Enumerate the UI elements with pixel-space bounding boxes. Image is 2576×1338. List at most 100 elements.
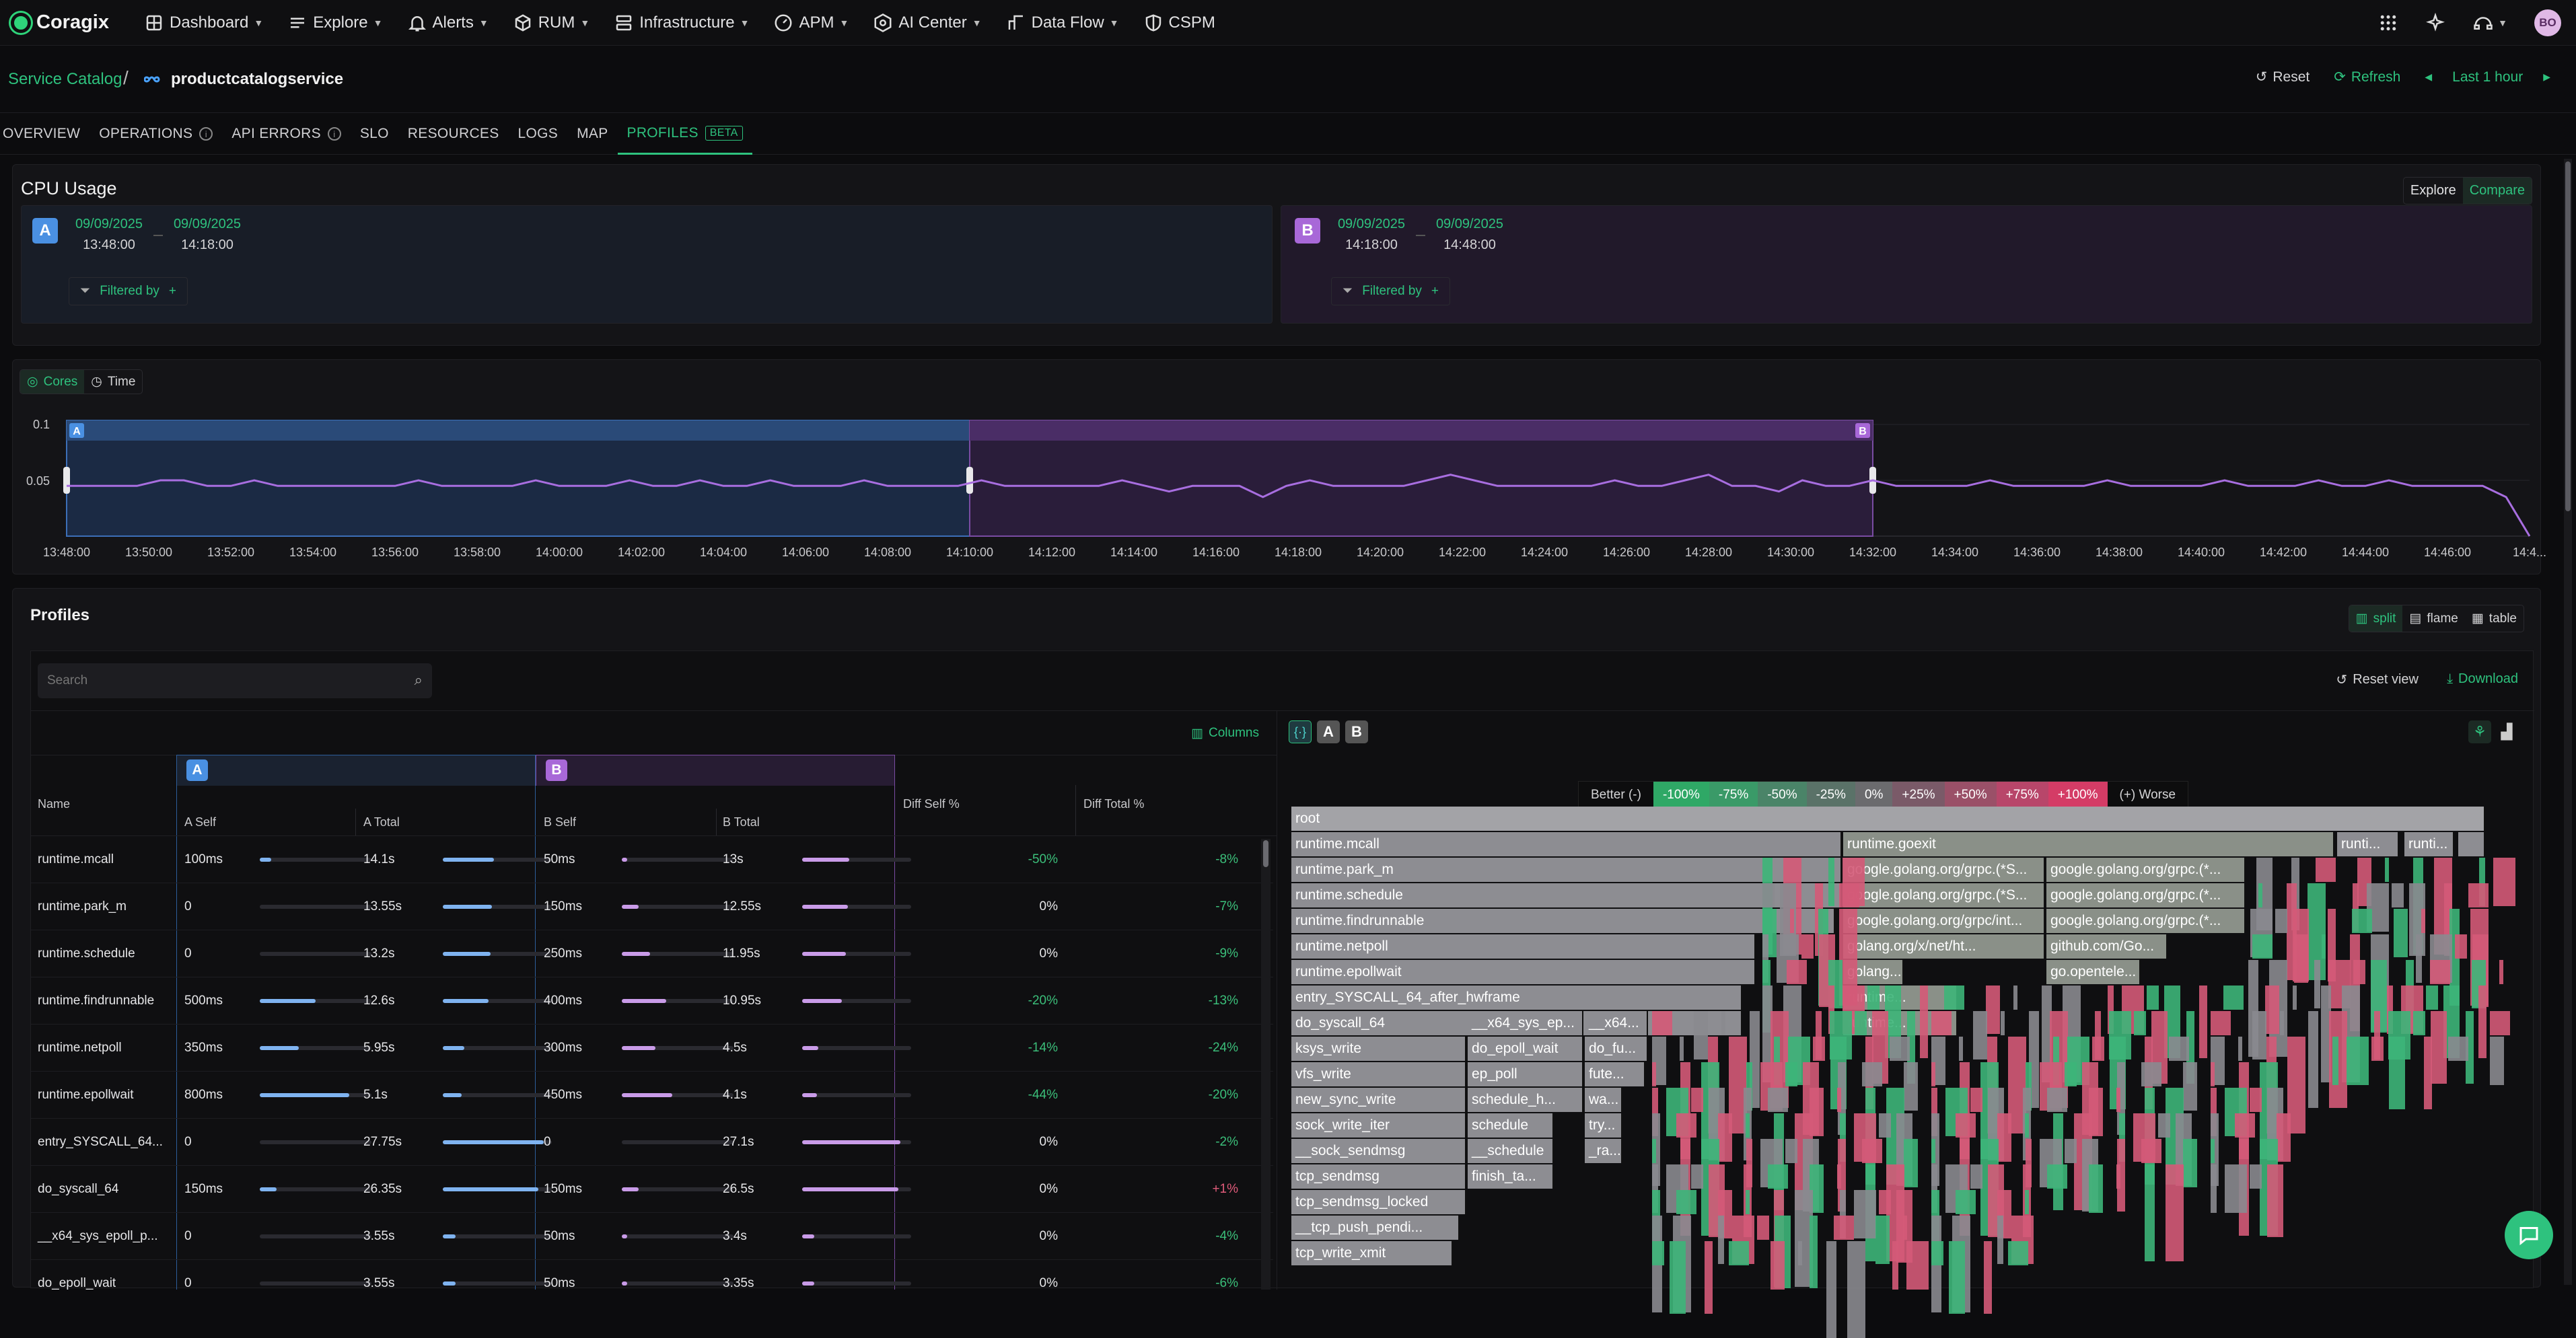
flame-frame[interactable] [1956, 1113, 1976, 1138]
a-toggle-button[interactable]: A [1317, 720, 1340, 743]
flame-frame[interactable] [2065, 1062, 2077, 1086]
flame-frame[interactable] [2430, 960, 2450, 984]
selection-handle[interactable] [966, 467, 973, 494]
flame-frame[interactable]: ksys_write [1291, 1037, 1466, 1061]
flame-frame[interactable] [1892, 1241, 1898, 1290]
nav-apm[interactable]: APM ▼ [761, 0, 861, 46]
flame-view-button[interactable]: ▤ flame [2402, 605, 2464, 632]
flame-frame[interactable] [1903, 1216, 1907, 1240]
flame-frame[interactable]: tcp_sendmsg_locked [1291, 1190, 1466, 1214]
flame-frame[interactable] [2394, 909, 2408, 957]
flame-frame[interactable] [2147, 986, 2159, 1010]
flame-frame[interactable] [2211, 1139, 2215, 1163]
flame-frame[interactable] [2490, 1011, 2510, 1035]
flame-frame[interactable] [1721, 1011, 1725, 1035]
flame-frame[interactable] [2426, 986, 2438, 1010]
filter-button-a[interactable]: ⏷ Filtered by + [69, 277, 188, 305]
tab-logs[interactable]: LOGS [509, 113, 568, 155]
tab-api-errors[interactable]: API ERRORS i [222, 113, 351, 155]
table-row[interactable]: runtime.mcall 100ms 14.1s 50ms 13s -50% -8% [31, 836, 1273, 883]
nav-infrastructure[interactable]: Infrastructure ▼ [602, 0, 761, 46]
flame-frame[interactable]: runtime.park_m [1291, 858, 1842, 882]
flame-frame[interactable] [1867, 986, 1880, 1010]
flame-frame[interactable] [2294, 934, 2308, 983]
flame-frame[interactable] [1691, 1088, 1703, 1112]
table-row[interactable]: runtime.findrunnable 500ms 12.6s 400ms 10.95… [31, 977, 1273, 1025]
flame-frame[interactable] [2225, 1164, 2247, 1213]
flame-frame[interactable] [1879, 1190, 1891, 1214]
nav-explore[interactable]: Explore ▼ [275, 0, 394, 46]
col-a-total[interactable]: A Total [363, 815, 400, 829]
flame-frame[interactable]: do_epoll_wait [1468, 1037, 1583, 1061]
flame-frame[interactable]: google.golang.org/grpc/int... [1843, 909, 2045, 933]
flame-frame[interactable]: github.com/Go... [2046, 934, 2168, 959]
flame-frame[interactable]: google.golang.org/grpc.(*... [2046, 909, 2246, 933]
flame-frame[interactable] [2431, 1011, 2447, 1084]
flame-frame[interactable]: google.golang.org/grpc.(*S... [1843, 858, 2045, 882]
flame-frame[interactable] [1746, 1190, 1750, 1214]
flame-frame[interactable]: ep_poll [1468, 1062, 1583, 1086]
scrollbar-thumb[interactable] [1263, 840, 1268, 867]
flame-frame[interactable] [2238, 1037, 2242, 1061]
flame-frame[interactable] [2134, 1011, 2146, 1035]
flame-frame[interactable] [1931, 1062, 1935, 1086]
download-button[interactable]: ⤓ Download [2447, 671, 2518, 687]
flame-frame[interactable] [2421, 909, 2425, 933]
chat-support-button[interactable] [2505, 1211, 2553, 1259]
flame-frame[interactable] [1770, 1241, 1785, 1290]
flame-frame[interactable] [2316, 858, 2336, 882]
flame-frame[interactable] [1890, 1037, 1910, 1061]
flame-frame[interactable] [1652, 1062, 1656, 1086]
avatar[interactable]: BO [2534, 9, 2561, 36]
flame-frame[interactable] [2025, 1190, 2029, 1214]
flame-frame[interactable]: google.golang.org/grpc.(*... [2046, 883, 2246, 907]
flame-frame[interactable] [1798, 1241, 1802, 1265]
flame-frame[interactable] [2235, 1113, 2255, 1138]
table-row[interactable]: runtime.epollwait 800ms 5.1s 450ms 4.1s -44% -… [31, 1072, 1273, 1119]
flame-frame[interactable] [2199, 986, 2207, 1058]
flame-frame[interactable] [2211, 1062, 2215, 1086]
flame-frame[interactable] [2392, 883, 2404, 907]
flame-frame[interactable] [1973, 1011, 1987, 1060]
flame-frame[interactable] [2166, 1164, 2184, 1261]
flame-frame[interactable] [1997, 1216, 2003, 1264]
flame-frame[interactable]: try... [1585, 1113, 1622, 1138]
flame-frame[interactable] [1691, 1164, 1703, 1189]
flame-frame[interactable] [1956, 1190, 1976, 1214]
table-row[interactable]: do_syscall_64 150ms 26.35s 150ms 26.5s 0% +1% [31, 1166, 1273, 1213]
flame-frame[interactable]: wa... [1585, 1088, 1622, 1112]
flame-frame[interactable] [1768, 1164, 1788, 1189]
flame-frame[interactable] [2183, 1062, 2197, 1111]
flame-frame[interactable]: sock_write_iter [1291, 1113, 1466, 1138]
flame-frame[interactable] [2013, 986, 2017, 1010]
flame-frame[interactable] [2025, 1113, 2029, 1138]
flame-frame[interactable] [2493, 858, 2515, 906]
flame-frame[interactable] [2448, 1037, 2468, 1061]
flame-frame[interactable] [2332, 1037, 2338, 1085]
flame-frame[interactable] [1785, 1062, 1797, 1086]
nav-data-flow[interactable]: Data Flow ▼ [994, 0, 1131, 46]
page-scrollbar[interactable] [2564, 159, 2572, 1285]
flame-frame[interactable] [1762, 883, 1775, 907]
flame-frame[interactable]: __x64_sys_ep... [1468, 1011, 1583, 1035]
flame-frame[interactable]: __sock_sendmsg [1291, 1139, 1466, 1163]
flame-frame[interactable] [2352, 909, 2372, 933]
col-a-self[interactable]: A Self [184, 815, 216, 829]
help-menu[interactable]: ▼ [2472, 13, 2507, 33]
nav-cspm[interactable]: CSPM [1131, 0, 1227, 46]
brand-logo[interactable]: Coragix [11, 11, 109, 34]
flame-frame[interactable] [2169, 1037, 2189, 1061]
flame-frame[interactable] [1931, 1241, 1943, 1265]
flame-frame[interactable] [1768, 1088, 1788, 1112]
tab-operations[interactable]: OPERATIONS i [90, 113, 222, 155]
cpu-line-chart[interactable]: AB [13, 360, 2542, 575]
flame-frame[interactable] [1862, 1139, 1882, 1163]
flame-frame[interactable] [2211, 1164, 2217, 1213]
explore-button[interactable]: Explore [2404, 178, 2463, 204]
table-row[interactable]: do_epoll_wait 0 3.55s 50ms 3.35s 0% -6% [31, 1260, 1273, 1290]
diff-toggle-button[interactable]: {·} [1289, 720, 1312, 743]
flame-frame[interactable] [1920, 986, 1928, 1058]
flame-frame[interactable] [1862, 1062, 1882, 1086]
flame-frame[interactable] [2065, 1139, 2077, 1163]
flame-frame[interactable] [2116, 1088, 2120, 1112]
